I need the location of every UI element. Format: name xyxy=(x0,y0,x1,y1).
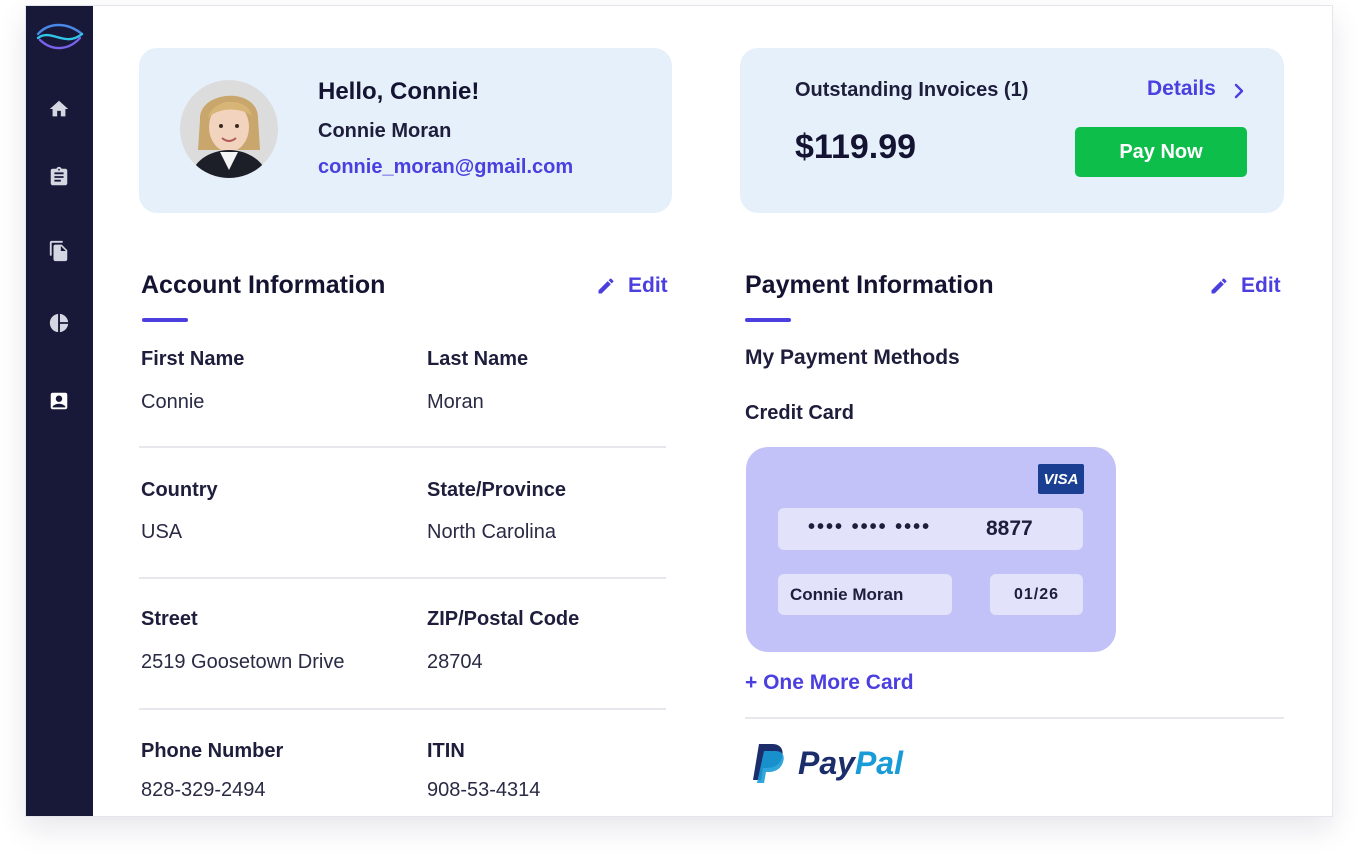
account-edit-button[interactable]: Edit xyxy=(596,274,668,298)
chevron-right-icon[interactable] xyxy=(1232,82,1246,100)
first-name-label: First Name xyxy=(141,348,245,370)
pencil-icon xyxy=(598,278,614,294)
contact-card-icon xyxy=(50,392,68,410)
avatar xyxy=(180,80,278,178)
first-name-value: Connie xyxy=(141,391,205,413)
visa-logo-icon: VISA xyxy=(1038,464,1084,494)
invoices-panel: Outstanding Invoices (1) Details $119.99… xyxy=(740,48,1284,213)
payment-methods-title: My Payment Methods xyxy=(745,346,960,369)
street-value: 2519 Goosetown Drive xyxy=(141,651,345,673)
payment-information-title: Payment Information xyxy=(745,271,994,299)
outstanding-invoices-title: Outstanding Invoices (1) xyxy=(795,79,1029,101)
credit-card[interactable]: VISA •••• •••• •••• 8877 Connie Moran 01… xyxy=(746,447,1116,652)
brand-logo-icon[interactable] xyxy=(35,20,85,52)
sidebar-item-reports[interactable] xyxy=(46,310,72,336)
add-card-link[interactable]: + One More Card xyxy=(745,671,914,695)
phone-label: Phone Number xyxy=(141,740,284,762)
user-email[interactable]: connie_moran@gmail.com xyxy=(318,156,573,179)
clipboard-icon xyxy=(50,166,68,186)
sidebar-item-tasks[interactable] xyxy=(46,164,72,190)
details-link[interactable]: Details xyxy=(1147,77,1216,101)
paypal-word-pal: Pal xyxy=(854,744,903,781)
card-number-field: •••• •••• •••• 8877 xyxy=(778,508,1083,550)
itin-label: ITIN xyxy=(427,740,465,762)
divider xyxy=(745,717,1284,719)
country-value: USA xyxy=(141,521,183,543)
app-window: Hello, Connie! Connie Moran connie_moran… xyxy=(25,5,1333,817)
pencil-icon xyxy=(1211,278,1227,294)
greeting-text: Hello, Connie! xyxy=(318,78,480,105)
phone-value: 828-329-2494 xyxy=(141,779,266,801)
divider xyxy=(139,577,666,579)
account-information-title: Account Information xyxy=(141,271,386,299)
invoice-amount: $119.99 xyxy=(795,128,917,166)
street-label: Street xyxy=(141,608,198,630)
zip-label: ZIP/Postal Code xyxy=(427,608,580,630)
section-underline xyxy=(745,318,791,322)
pie-chart-icon xyxy=(49,313,69,333)
user-name: Connie Moran xyxy=(318,120,452,142)
last-name-value: Moran xyxy=(427,391,484,413)
section-underline xyxy=(142,318,188,322)
state-value: North Carolina xyxy=(427,521,556,543)
last-name-label: Last Name xyxy=(427,348,529,370)
sidebar-item-documents[interactable] xyxy=(46,238,72,264)
pay-now-button[interactable]: Pay Now xyxy=(1075,127,1247,177)
divider xyxy=(139,708,666,710)
sidebar-item-account[interactable] xyxy=(46,388,72,414)
paypal-word-pay: Pay xyxy=(798,744,855,781)
edit-label: Edit xyxy=(1241,274,1281,297)
credit-card-label: Credit Card xyxy=(745,402,854,424)
paypal-logo-icon xyxy=(753,744,784,783)
masked-digits: •••• •••• •••• xyxy=(808,516,932,538)
card-last-four: 8877 xyxy=(986,517,1033,540)
paypal-method[interactable]: PayPal xyxy=(750,742,903,784)
state-label: State/Province xyxy=(427,479,566,501)
documents-icon xyxy=(49,240,68,262)
cardholder-name: Connie Moran xyxy=(778,574,952,615)
profile-panel: Hello, Connie! Connie Moran connie_moran… xyxy=(139,48,672,213)
home-icon xyxy=(49,100,69,117)
sidebar xyxy=(26,6,93,816)
itin-value: 908-53-4314 xyxy=(427,779,541,801)
country-label: Country xyxy=(141,479,218,501)
zip-value: 28704 xyxy=(427,651,483,673)
divider xyxy=(139,446,666,448)
payment-edit-button[interactable]: Edit xyxy=(1209,274,1281,298)
card-expiry: 01/26 xyxy=(990,574,1083,615)
sidebar-item-home[interactable] xyxy=(46,96,72,122)
edit-label: Edit xyxy=(628,274,668,297)
